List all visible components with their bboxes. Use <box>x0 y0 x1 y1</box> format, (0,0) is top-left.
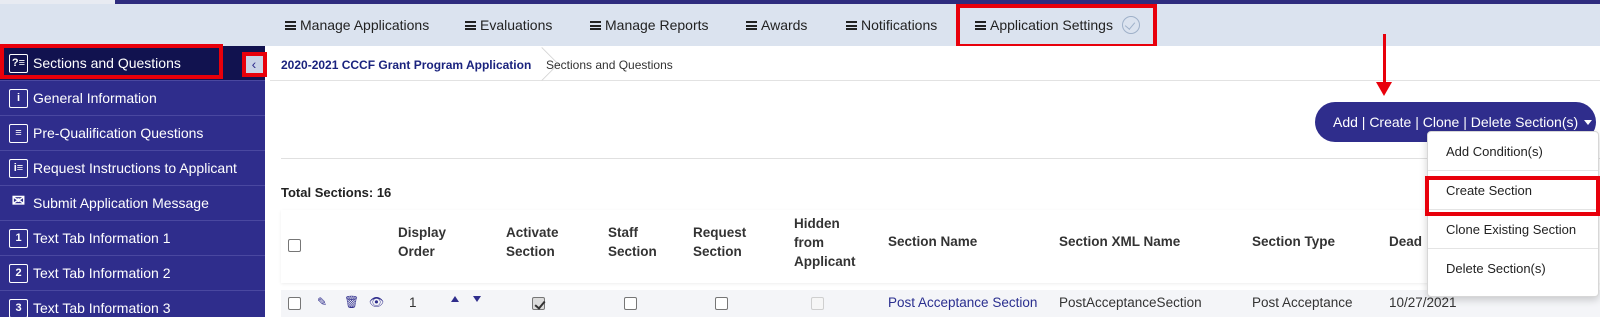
header-line: Request <box>693 225 747 240</box>
collapse-sidebar-button[interactable]: ‹ <box>244 54 264 74</box>
header-line: from <box>794 235 824 250</box>
checklist-icon: ≡ <box>9 124 28 143</box>
nav-awards[interactable]: Awards <box>746 4 807 46</box>
caret-down-icon <box>1584 120 1593 125</box>
annotation-arrow-head <box>1376 82 1392 96</box>
annotation-arrow-line <box>1383 34 1386 84</box>
section-name-link[interactable]: Post Acceptance Section <box>888 290 1037 316</box>
col-hidden-from-applicant: Hidden from Applicant <box>794 214 856 271</box>
table-row: ✎ 🗑 👁 1 Post Acceptance Section PostAcce… <box>281 290 1600 317</box>
col-request-section: Request Section <box>693 223 746 261</box>
nav-label: Awards <box>761 17 808 33</box>
sidebar-item-label: Text Tab Information 3 <box>33 300 171 316</box>
divider <box>281 158 1600 159</box>
nav-evaluations[interactable]: Evaluations <box>465 4 552 46</box>
question-list-icon: ?≡ <box>9 54 28 73</box>
trash-icon[interactable]: 🗑 <box>344 295 359 309</box>
header-line: Applicant <box>794 254 856 269</box>
sidebar-item-label: Text Tab Information 1 <box>33 230 171 246</box>
nav-label: Notifications <box>861 17 938 33</box>
col-section-xml-name: Section XML Name <box>1059 234 1181 249</box>
header-line: Section <box>693 244 742 259</box>
col-staff-section: Staff Section <box>608 223 657 261</box>
menu-item-add-conditions[interactable]: Add Condition(s) <box>1428 132 1598 171</box>
staff-section-checkbox[interactable] <box>624 297 637 310</box>
section-type: Post Acceptance <box>1252 295 1353 310</box>
eye-icon[interactable]: 👁 <box>369 295 384 309</box>
header-line: Hidden <box>794 216 840 231</box>
row-select-checkbox[interactable] <box>288 297 301 310</box>
sidebar-item-text-tab-2[interactable]: 2 Text Tab Information 2 <box>0 256 265 291</box>
header-line: Order <box>398 244 435 259</box>
header-line: Staff <box>608 225 638 240</box>
edit-icon[interactable]: ✎ <box>317 295 327 309</box>
col-display-order: Display Order <box>398 223 446 261</box>
sidebar-item-request-instructions[interactable]: i≡ Request Instructions to Applicant <box>0 151 265 186</box>
check-circle-icon <box>1121 16 1140 34</box>
sidebar-item-label: Submit Application Message <box>33 195 209 211</box>
sidebar-item-text-tab-1[interactable]: 1 Text Tab Information 1 <box>0 221 265 256</box>
nav-application-settings[interactable]: Application Settings <box>975 4 1140 46</box>
header-line: Display <box>398 225 447 240</box>
sidebar-item-sections-and-questions[interactable]: ?≡ Sections and Questions <box>0 46 265 81</box>
number-one-icon: 1 <box>9 229 28 248</box>
sidebar-item-label: General Information <box>33 90 157 106</box>
top-nav: Manage Applications Evaluations Manage R… <box>0 4 1600 46</box>
menu-icon <box>590 21 601 30</box>
menu-icon <box>846 21 857 30</box>
sidebar-item-pre-qualification-questions[interactable]: ≡ Pre-Qualification Questions <box>0 116 265 151</box>
nav-label: Manage Reports <box>605 17 709 33</box>
sidebar-item-text-tab-3[interactable]: 3 Text Tab Information 3 <box>0 291 265 317</box>
header-line: Section <box>608 244 657 259</box>
sidebar-item-general-information[interactable]: i General Information <box>0 81 265 116</box>
info-icon: i <box>9 89 28 108</box>
select-all-checkbox[interactable] <box>288 239 301 252</box>
menu-icon <box>975 21 986 30</box>
move-down-icon[interactable] <box>473 296 481 302</box>
sidebar-item-label: Request Instructions to Applicant <box>33 160 237 176</box>
sidebar-item-label: Pre-Qualification Questions <box>33 125 204 141</box>
section-actions-label: Add | Create | Clone | Delete Section(s) <box>1333 114 1579 130</box>
nav-notifications[interactable]: Notifications <box>846 4 937 46</box>
col-section-type: Section Type <box>1252 234 1336 249</box>
header-line: Activate <box>506 225 559 240</box>
instructions-icon: i≡ <box>9 159 28 178</box>
number-three-icon: 3 <box>9 299 28 317</box>
nav-manage-reports[interactable]: Manage Reports <box>590 4 709 46</box>
request-section-checkbox[interactable] <box>715 297 728 310</box>
breadcrumb-program-link[interactable]: 2020-2021 CCCF Grant Program Application <box>281 46 531 84</box>
nav-label: Evaluations <box>480 17 553 33</box>
section-actions-menu: Add Condition(s) Create Section Clone Ex… <box>1427 131 1599 297</box>
breadcrumb-current: Sections and Questions <box>546 58 673 72</box>
number-two-icon: 2 <box>9 264 28 283</box>
header-line: Section <box>506 244 555 259</box>
menu-icon <box>746 21 757 30</box>
nav-label: Application Settings <box>990 17 1113 33</box>
menu-item-clone-existing-section[interactable]: Clone Existing Section <box>1428 210 1598 249</box>
activate-section-checkbox[interactable] <box>532 297 545 310</box>
nav-label: Manage Applications <box>300 17 430 33</box>
menu-icon <box>285 21 296 30</box>
menu-item-create-section[interactable]: Create Section <box>1428 171 1598 210</box>
col-section-name: Section Name <box>888 234 978 249</box>
sidebar-item-label: Sections and Questions <box>33 55 181 71</box>
breadcrumb: 2020-2021 CCCF Grant Program Application… <box>270 46 1600 81</box>
display-order-value: 1 <box>409 295 417 310</box>
total-sections: Total Sections: 16 <box>281 185 392 200</box>
sidebar-item-submit-application-message[interactable]: ✉ Submit Application Message <box>0 186 265 221</box>
sidebar-item-label: Text Tab Information 2 <box>33 265 171 281</box>
hidden-from-applicant-checkbox <box>811 297 824 310</box>
col-deadline: Dead <box>1389 234 1423 249</box>
nav-manage-applications[interactable]: Manage Applications <box>285 4 429 46</box>
move-up-icon[interactable] <box>451 296 459 302</box>
envelope-icon: ✉ <box>11 193 26 210</box>
sidebar: ?≡ Sections and Questions i General Info… <box>0 46 265 317</box>
col-activate-section: Activate Section <box>506 223 559 261</box>
section-xml-name: PostAcceptanceSection <box>1059 295 1202 310</box>
menu-icon <box>465 21 476 30</box>
table-header: Display Order Activate Section Staff Sectio… <box>281 210 1600 283</box>
menu-item-delete-sections[interactable]: Delete Section(s) <box>1428 249 1598 288</box>
